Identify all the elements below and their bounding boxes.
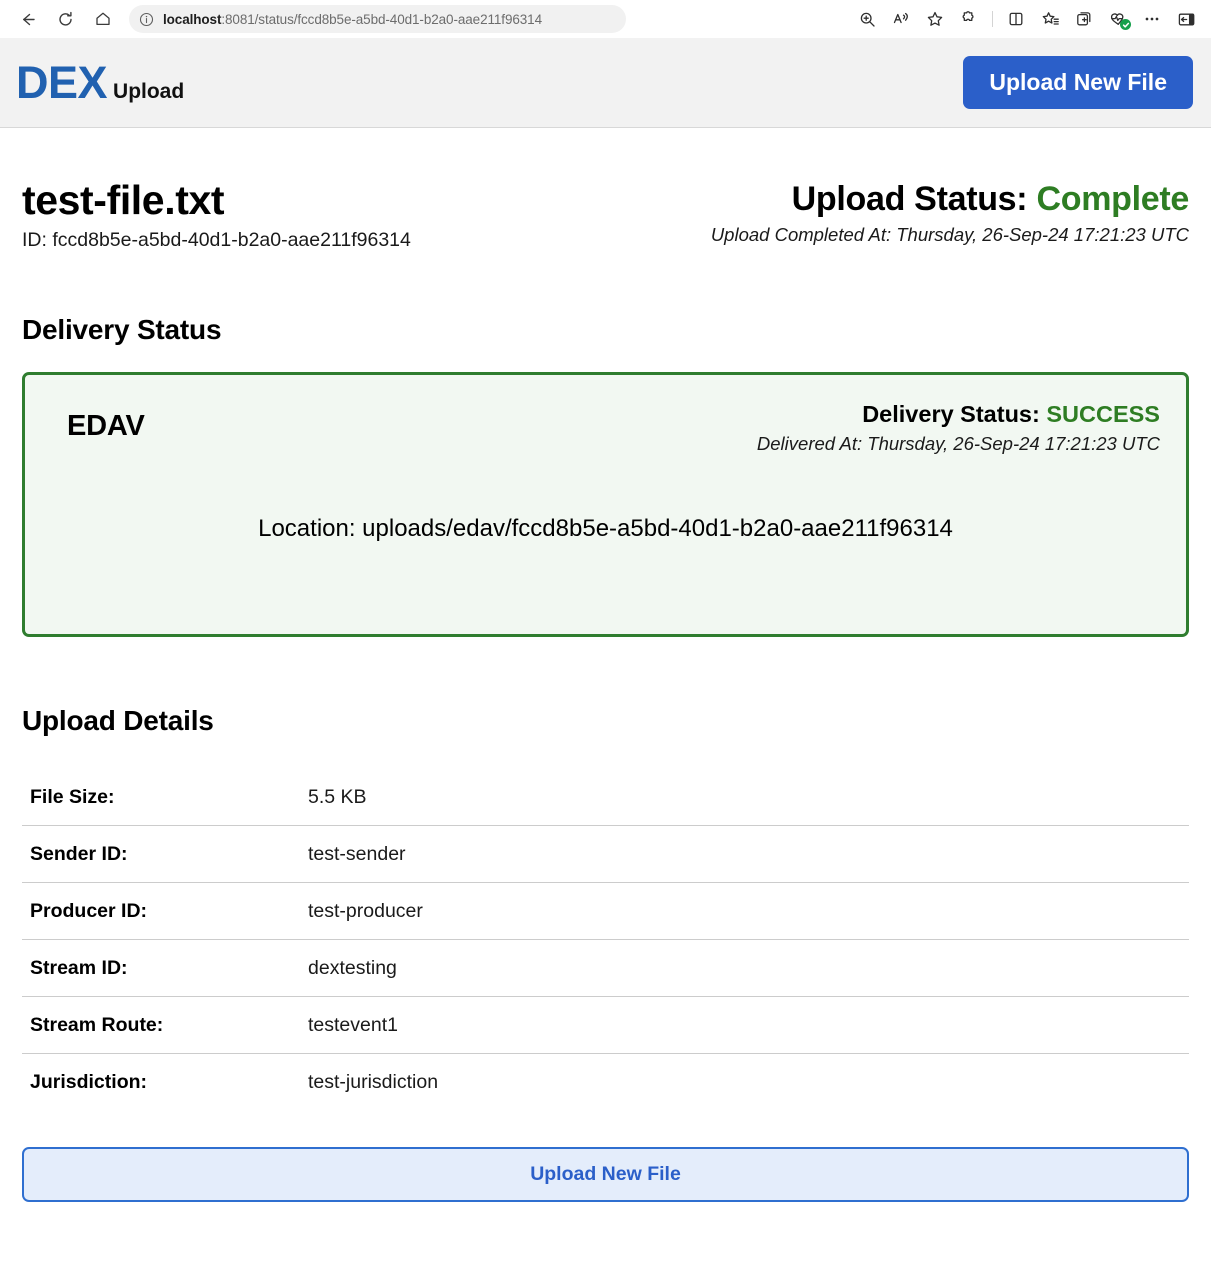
detail-label: Producer ID: (30, 899, 148, 922)
delivery-status-badge: SUCCESS (1046, 401, 1160, 428)
navigation-buttons (10, 5, 120, 33)
file-id: ID: fccd8b5e-a5bd-40d1-b2a0-aae211f96314 (22, 229, 411, 252)
delivery-card-header: EDAV Delivery Status: SUCCESS Delivered … (51, 401, 1160, 455)
extensions-icon[interactable] (952, 5, 986, 33)
detail-value: 5.5 KB (308, 785, 367, 808)
detail-value: test-producer (308, 899, 423, 922)
detail-label: Sender ID: (30, 842, 128, 865)
upload-new-file-button-header[interactable]: Upload New File (963, 56, 1193, 109)
detail-value: dextesting (308, 956, 397, 979)
settings-more-icon[interactable] (1135, 5, 1169, 33)
delivered-at: Delivered At: Thursday, 26-Sep-24 17:21:… (756, 433, 1160, 455)
back-button[interactable] (10, 5, 44, 33)
detail-label: Jurisdiction: (30, 1071, 148, 1094)
file-summary-row: test-file.txt ID: fccd8b5e-a5bd-40d1-b2a… (22, 128, 1189, 252)
favorites-list-icon[interactable] (1033, 5, 1067, 33)
upload-new-file-button-footer[interactable]: Upload New File (22, 1147, 1189, 1203)
collections-icon[interactable] (1067, 5, 1101, 33)
address-bar[interactable]: localhost:8081/status/fccd8b5e-a5bd-40d1… (129, 5, 626, 33)
url-path: :8081/status/fccd8b5e-a5bd-40d1-b2a0-aae… (221, 11, 542, 27)
url-host: localhost (163, 11, 222, 27)
delivery-target-name: EDAV (67, 410, 145, 443)
upload-completed-at: Upload Completed At: Thursday, 26-Sep-24… (710, 224, 1189, 246)
brand-logo[interactable]: DEX Upload (16, 60, 184, 105)
page-content: test-file.txt ID: fccd8b5e-a5bd-40d1-b2a… (0, 128, 1211, 1203)
url-text: localhost:8081/status/fccd8b5e-a5bd-40d1… (163, 12, 542, 27)
delivery-status-heading: Delivery Status (22, 314, 222, 346)
table-row: Stream ID: dextesting (22, 940, 1189, 998)
favorite-star-icon[interactable] (918, 5, 952, 33)
zoom-icon[interactable] (850, 5, 884, 33)
detail-label: Stream ID: (30, 956, 128, 979)
upload-status-block: Upload Status: Complete Upload Completed… (711, 178, 1189, 246)
delivery-status-label: Delivery Status: (862, 401, 1040, 428)
browser-essentials-icon[interactable] (1101, 5, 1135, 33)
zoom-group (850, 5, 952, 33)
upload-status-label: Upload Status: (791, 180, 1028, 218)
brand-subtitle: Upload (113, 80, 185, 103)
home-button[interactable] (86, 5, 120, 33)
table-row: Jurisdiction: test-jurisdiction (22, 1054, 1189, 1111)
table-row: Sender ID: test-sender (22, 826, 1189, 884)
toolbar-divider (992, 11, 993, 27)
refresh-icon (57, 11, 74, 28)
table-row: Producer ID: test-producer (22, 883, 1189, 941)
detail-value: testevent1 (308, 1013, 398, 1036)
delivery-status-block: Delivery Status: SUCCESS Delivered At: T… (757, 401, 1160, 455)
delivery-status-line: Delivery Status: SUCCESS (757, 401, 1160, 428)
detail-value: test-jurisdiction (308, 1071, 439, 1094)
detail-label: File Size: (30, 785, 115, 808)
arrow-left-icon (19, 11, 36, 28)
detail-label: Stream Route: (30, 1013, 164, 1036)
browser-essentials-status-badge (1120, 19, 1131, 30)
split-screen-icon[interactable] (999, 5, 1033, 33)
file-summary: test-file.txt ID: fccd8b5e-a5bd-40d1-b2a… (22, 178, 411, 252)
table-row: File Size: 5.5 KB (22, 769, 1189, 827)
read-aloud-icon[interactable] (884, 5, 918, 33)
app-header: DEX Upload Upload New File (0, 38, 1211, 128)
delivery-location: Location: uploads/edav/fccd8b5e-a5bd-40d… (258, 515, 953, 543)
page-title: test-file.txt (22, 177, 225, 223)
delivery-status-card: EDAV Delivery Status: SUCCESS Delivered … (22, 372, 1189, 638)
upload-details-heading: Upload Details (22, 705, 214, 737)
upload-details-table: File Size: 5.5 KB Sender ID: test-sender… (22, 769, 1189, 1111)
upload-status-badge: Complete (1036, 180, 1189, 218)
home-icon (94, 10, 112, 28)
upload-status-line: Upload Status: Complete (711, 180, 1190, 218)
browser-toolbar: localhost:8081/status/fccd8b5e-a5bd-40d1… (0, 0, 1211, 38)
browser-toolbar-right (850, 0, 1203, 38)
brand-name: DEX (16, 57, 108, 108)
refresh-button[interactable] (48, 5, 82, 33)
table-row: Stream Route: testevent1 (22, 997, 1189, 1055)
detail-value: test-sender (308, 842, 406, 865)
sidebar-toggle-icon[interactable] (1169, 5, 1203, 33)
site-info-icon[interactable] (139, 12, 154, 27)
